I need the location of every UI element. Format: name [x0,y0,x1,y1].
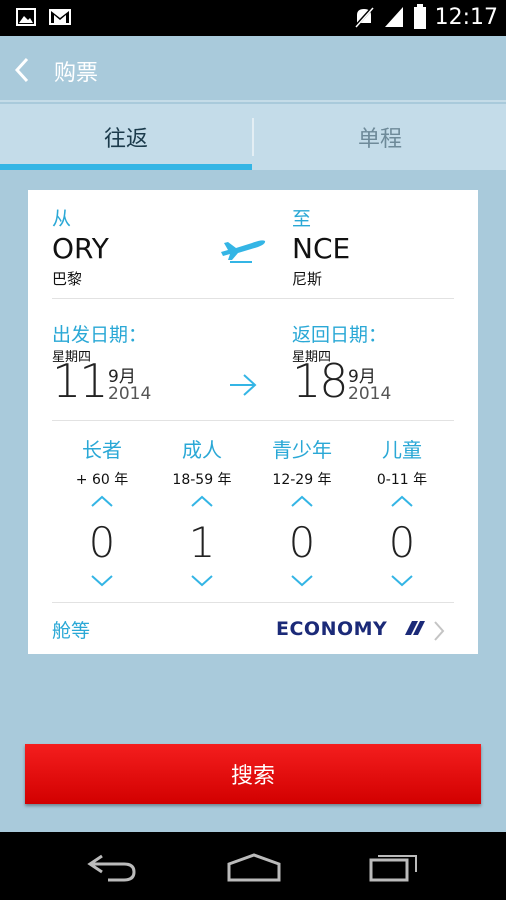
back-nav-icon[interactable] [86,852,138,882]
chevron-down-icon[interactable] [90,574,114,588]
to-label: 至 [292,208,312,230]
chevron-right-icon [434,621,445,641]
search-button[interactable]: 搜索 [25,744,481,804]
passenger-count: 0 [388,518,416,567]
passenger-adults: 成人 18-59 年 1 [152,434,252,587]
from-city: 巴黎 [52,270,83,288]
plane-takeoff-icon [221,240,266,263]
status-bar: 12:17 [0,0,506,36]
mute-icon [353,5,374,29]
chevron-down-icon[interactable] [190,574,214,588]
to-city: 尼斯 [292,270,323,288]
chevron-left-icon [14,57,29,83]
return-label: 返回日期： [292,324,388,346]
chevron-up-icon[interactable] [90,494,114,508]
departure-label: 出发日期： [52,324,148,346]
cabin-label: 舱等 [52,620,91,642]
return-year: 2014 [348,384,392,404]
home-nav-icon[interactable] [226,852,282,882]
chevron-up-icon[interactable] [390,494,414,508]
return-day: 18 [292,354,349,408]
passenger-type-label: 成人 [182,438,222,462]
divider [52,602,454,603]
brand-stripe-icon [405,621,425,635]
recent-apps-icon[interactable] [368,850,420,882]
passenger-youth: 青少年 12-29 年 0 [252,434,352,587]
divider [52,298,454,299]
to-airport-code[interactable]: NCE [292,232,350,265]
chevron-up-icon[interactable] [190,494,214,508]
battery-icon [413,4,426,29]
gmail-icon [49,9,71,25]
arrow-right-icon [230,374,257,396]
chevron-down-icon[interactable] [290,574,314,588]
cabin-value: ECONOMY [276,618,388,640]
passenger-seniors: 长者 + 60 年 0 [52,434,152,587]
passenger-age-range: 12-29 年 [272,472,332,488]
tab-round-trip[interactable]: 往返 [0,104,252,170]
chevron-up-icon[interactable] [290,494,314,508]
divider [52,420,454,421]
page-title: 购票 [54,61,99,86]
passenger-count: 1 [188,518,216,567]
tab-one-way[interactable]: 单程 [254,104,506,170]
booking-card: 从 ORY 巴黎 至 NCE 尼斯 出发日期： 星期四 11 9月 2014 返… [28,190,478,654]
passenger-type-label: 青少年 [272,438,332,462]
from-label: 从 [52,208,72,230]
passenger-children: 儿童 0-11 年 0 [352,434,452,587]
signal-icon [384,7,403,27]
passenger-count: 0 [88,518,116,567]
passenger-type-label: 儿童 [382,438,422,462]
passenger-count: 0 [288,518,316,567]
image-icon [16,8,36,26]
passenger-age-range: + 60 年 [75,472,129,488]
departure-year: 2014 [108,384,152,404]
passenger-age-range: 0-11 年 [376,472,428,488]
from-airport-code[interactable]: ORY [52,232,109,265]
navigation-bar [0,832,506,900]
passenger-type-label: 长者 [82,438,122,462]
trip-type-tabs: 往返 单程 [0,104,506,170]
departure-day: 11 [52,354,109,408]
chevron-down-icon[interactable] [390,574,414,588]
tab-indicator [0,164,252,170]
action-bar: 购票 [0,36,506,102]
passenger-age-range: 18-59 年 [172,472,232,488]
status-time: 12:17 [434,4,498,30]
